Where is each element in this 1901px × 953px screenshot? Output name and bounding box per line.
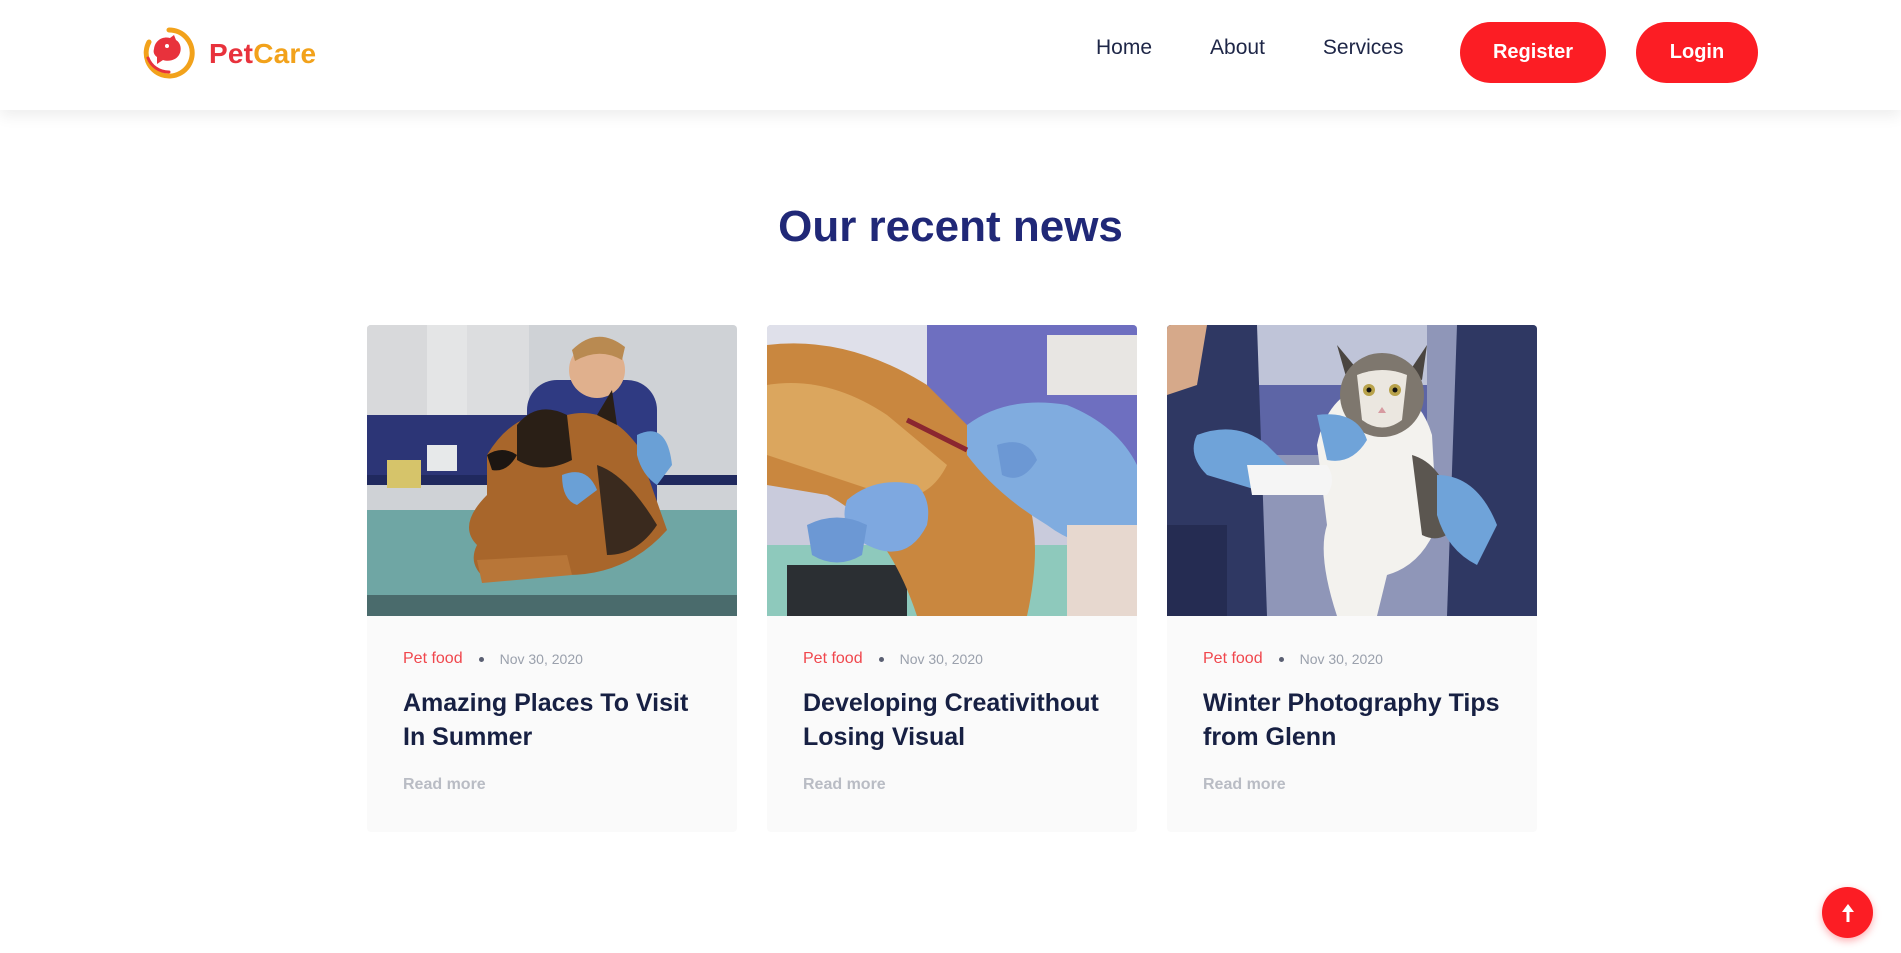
petcare-logo-icon [143,27,195,79]
vet-blood-draw-image [767,325,1137,616]
brand-name: PetCare [209,38,316,70]
vet-dog-exam-image [367,325,737,616]
news-card-meta: Pet food Nov 30, 2020 [1203,650,1501,668]
news-card-body: Pet food Nov 30, 2020 Developing Creativ… [767,616,1137,794]
login-button[interactable]: Login [1636,22,1758,83]
news-card: Pet food Nov 30, 2020 Developing Creativ… [767,325,1137,832]
news-card-image[interactable] [767,325,1137,616]
vet-cat-bandage-image [1167,325,1537,616]
brand-name-part1: Pet [209,37,254,69]
news-card-category[interactable]: Pet food [1203,650,1263,668]
nav-services[interactable]: Services [1323,36,1404,60]
site-header: PetCare Home About Services Register Log… [0,0,1901,110]
news-card-title[interactable]: Developing Creativithout Losing Visual [803,686,1101,754]
meta-separator-dot [1278,656,1284,662]
read-more-link[interactable]: Read more [1203,776,1501,794]
news-card-image[interactable] [1167,325,1537,616]
brand-name-part2: Care [253,37,317,69]
read-more-link[interactable]: Read more [403,776,701,794]
news-card-title[interactable]: Amazing Places To Visit In Summer [403,686,701,754]
read-more-link[interactable]: Read more [803,776,1101,794]
scroll-to-top-button[interactable] [1822,887,1873,938]
news-card-body: Pet food Nov 30, 2020 Winter Photography… [1167,616,1537,794]
brand-logo[interactable]: PetCare [143,26,316,81]
news-card-date: Nov 30, 2020 [899,651,983,667]
news-card-title[interactable]: Winter Photography Tips from Glenn [1203,686,1501,754]
nav-home[interactable]: Home [1096,36,1152,60]
news-card-meta: Pet food Nov 30, 2020 [803,650,1101,668]
news-card-body: Pet food Nov 30, 2020 Amazing Places To … [367,616,737,794]
main-nav: Home About Services [1096,36,1403,60]
arrow-up-icon [1841,903,1854,922]
news-card-image[interactable] [367,325,737,616]
news-card-category[interactable]: Pet food [803,650,863,668]
news-card: Pet food Nov 30, 2020 Amazing Places To … [367,325,737,832]
section-title: Our recent news [778,202,1123,251]
news-card-meta: Pet food Nov 30, 2020 [403,650,701,668]
nav-about[interactable]: About [1210,36,1265,60]
register-button[interactable]: Register [1460,22,1606,83]
news-card-date: Nov 30, 2020 [1299,651,1383,667]
news-card-category[interactable]: Pet food [403,650,463,668]
news-card-date: Nov 30, 2020 [499,651,583,667]
news-cards: Pet food Nov 30, 2020 Amazing Places To … [367,325,1537,832]
news-card: Pet food Nov 30, 2020 Winter Photography… [1167,325,1537,832]
meta-separator-dot [478,656,484,662]
meta-separator-dot [878,656,884,662]
